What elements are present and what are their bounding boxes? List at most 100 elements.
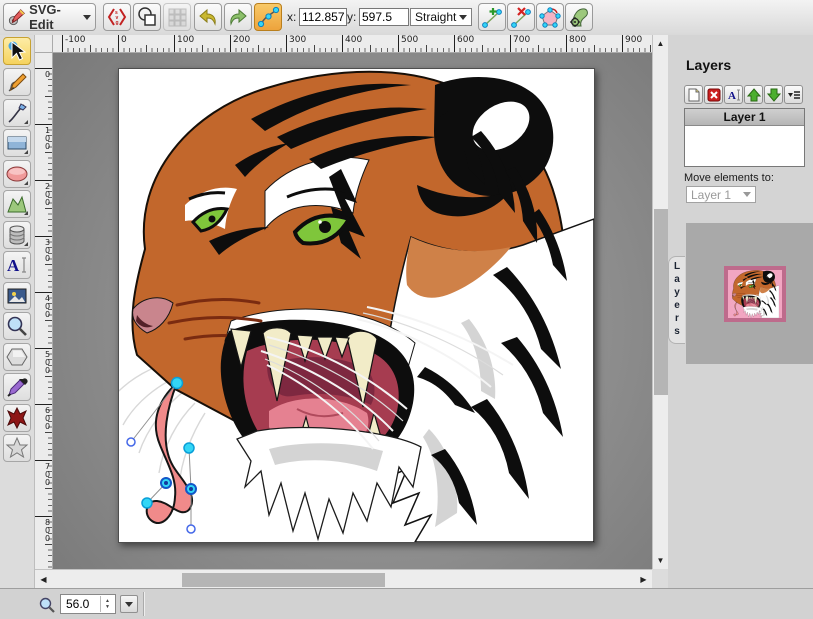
segment-type-select[interactable]: Straight xyxy=(410,8,472,26)
path-node[interactable] xyxy=(184,443,194,453)
ruler-tick-label: 400 xyxy=(342,35,362,52)
tool-line[interactable] xyxy=(3,99,31,127)
top-toolbar: SVG-Edit s v g xyxy=(0,0,813,36)
document-properties-button[interactable] xyxy=(133,3,161,31)
y-coordinate-input[interactable] xyxy=(359,8,409,26)
tool-select[interactable] xyxy=(3,37,31,65)
scroll-down-icon[interactable]: ▼ xyxy=(653,553,668,568)
layer-row[interactable]: Layer 1 xyxy=(685,109,804,126)
layers-side-tab[interactable]: Layers xyxy=(668,256,685,344)
source-code-button[interactable]: s v g xyxy=(103,3,131,31)
red-cross-icon xyxy=(5,406,29,430)
ruler-tick-label: 0 xyxy=(35,68,52,78)
delete-layer-button[interactable] xyxy=(704,85,723,104)
cylinder-icon xyxy=(5,223,29,247)
tool-star[interactable] xyxy=(3,434,31,462)
shapes-overlap-icon xyxy=(136,6,158,28)
ruler-tick-label: 600 xyxy=(454,35,474,52)
tool-rectangle[interactable] xyxy=(3,129,31,157)
workspace[interactable] xyxy=(53,53,652,569)
path-node[interactable] xyxy=(142,498,152,508)
tool-ellipse[interactable] xyxy=(3,160,31,188)
lower-layer-button[interactable] xyxy=(764,85,783,104)
scroll-left-icon[interactable]: ◀ xyxy=(36,572,51,587)
undo-button[interactable] xyxy=(194,3,222,31)
svg-text:A: A xyxy=(728,90,736,102)
selected-path-node[interactable] xyxy=(186,484,196,494)
edit-node-tool-button[interactable] xyxy=(254,3,282,31)
magnifier-icon xyxy=(5,314,29,338)
tool-polygon[interactable] xyxy=(3,343,31,371)
add-node-button[interactable] xyxy=(478,3,506,31)
convert-to-path-button[interactable] xyxy=(565,3,593,31)
x-coordinate-input[interactable] xyxy=(299,8,347,26)
chevron-down-icon xyxy=(125,602,133,607)
tool-eyedropper[interactable] xyxy=(3,373,31,401)
path-shape-icon xyxy=(5,192,29,216)
move-elements-label: Move elements to: xyxy=(684,172,774,184)
new-layer-icon xyxy=(687,88,701,102)
ruler-tick-label: -100 xyxy=(62,35,85,52)
control-point[interactable] xyxy=(187,525,195,533)
path-node[interactable] xyxy=(172,378,183,389)
svg-text:g: g xyxy=(116,20,119,26)
tool-fill-pattern[interactable] xyxy=(3,404,31,432)
tool-zoom[interactable] xyxy=(3,312,31,340)
eyedropper-icon xyxy=(5,375,29,399)
scroll-up-icon[interactable]: ▲ xyxy=(653,36,668,51)
arrow-up-icon xyxy=(747,88,761,102)
zoom-preset-dropdown[interactable] xyxy=(120,595,138,613)
open-path-button[interactable] xyxy=(536,3,564,31)
tool-path[interactable] xyxy=(3,190,31,218)
vertical-scrollbar[interactable]: ▲ ▼ xyxy=(652,35,668,569)
redo-icon xyxy=(227,6,249,28)
delete-layer-icon xyxy=(707,88,721,102)
horizontal-scrollbar[interactable]: ◀ ▶ xyxy=(35,569,652,588)
ruler-tick-label: 900 xyxy=(622,35,642,52)
svg-canvas[interactable] xyxy=(118,68,595,543)
zoom-level-field: ▲▼ xyxy=(60,594,116,614)
image-icon xyxy=(5,284,29,308)
ruler-tick-label: 800 xyxy=(566,35,586,52)
new-layer-button[interactable] xyxy=(684,85,703,104)
selected-path-node[interactable] xyxy=(161,478,171,488)
control-point[interactable] xyxy=(127,438,135,446)
rename-layer-icon: A xyxy=(727,88,741,102)
layer-menu-button[interactable] xyxy=(784,85,803,104)
chevron-down-icon xyxy=(743,192,751,197)
rename-layer-button[interactable]: A xyxy=(724,85,743,104)
undo-icon xyxy=(197,6,219,28)
tool-pencil[interactable] xyxy=(3,68,31,96)
tool-image[interactable] xyxy=(3,282,31,310)
line-pen-icon xyxy=(5,101,29,125)
wireframe-grid-button[interactable] xyxy=(163,3,191,31)
vertical-scrollbar-thumb[interactable] xyxy=(654,209,668,395)
zoom-level-input[interactable] xyxy=(61,595,104,613)
ruler-tick-label: 0 xyxy=(118,35,127,52)
zoom-spinner[interactable]: ▲▼ xyxy=(100,596,114,612)
tool-shape-library[interactable] xyxy=(3,221,31,249)
ruler-tick-label: 700 xyxy=(35,460,52,486)
tool-text[interactable]: A xyxy=(3,251,31,279)
redo-button[interactable] xyxy=(224,3,252,31)
open-path-icon xyxy=(539,6,561,28)
horizontal-scrollbar-thumb[interactable] xyxy=(182,573,385,587)
scroll-right-icon[interactable]: ▶ xyxy=(636,572,651,587)
chevron-down-icon xyxy=(459,15,467,20)
select-cursor-icon xyxy=(5,39,29,63)
ruler-tick-label: 200 xyxy=(35,180,52,206)
vertical-ruler: 0100200300400500600700800900 xyxy=(35,53,53,569)
add-node-icon xyxy=(481,6,503,28)
raise-layer-button[interactable] xyxy=(744,85,763,104)
horizontal-ruler: -10001002003004005006007008009001000 xyxy=(53,35,652,53)
ruler-tick-label: 300 xyxy=(286,35,306,52)
hexagon-icon xyxy=(5,345,29,369)
delete-node-button[interactable] xyxy=(507,3,535,31)
layer-thumbnail xyxy=(724,266,786,322)
scrollbar-corner xyxy=(652,569,668,588)
status-bar: ▲▼ xyxy=(0,588,813,619)
main-menu-button[interactable]: SVG-Edit xyxy=(3,3,96,31)
move-elements-select[interactable]: Layer 1 xyxy=(686,186,756,203)
move-elements-value: Layer 1 xyxy=(691,188,731,202)
layers-panel: Layers A Layer 1 Mov xyxy=(668,35,813,588)
